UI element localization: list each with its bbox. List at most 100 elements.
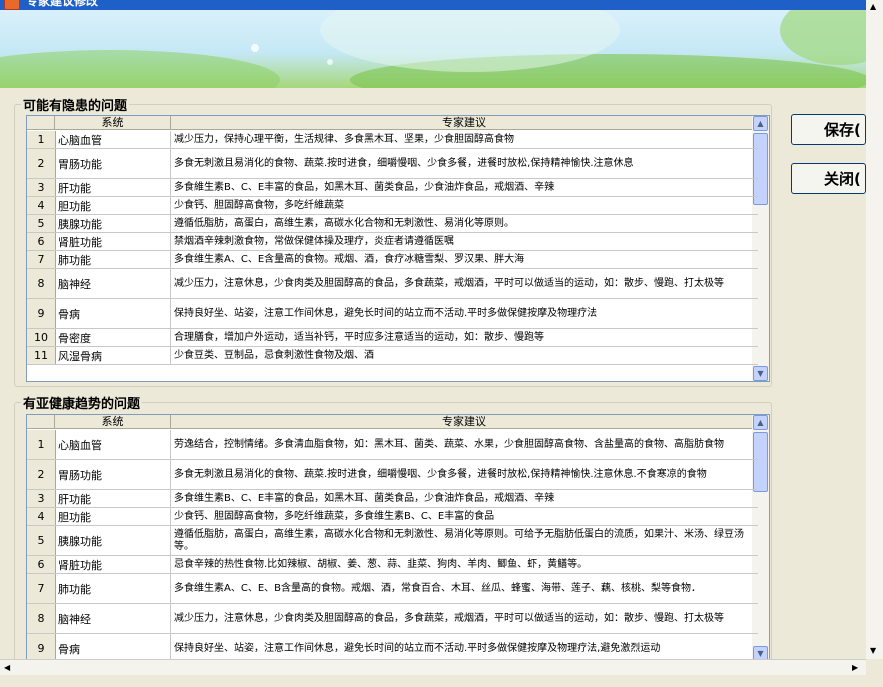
advice-column-header[interactable]: 专家建议 <box>171 116 758 130</box>
row-number: 4 <box>27 508 56 525</box>
table-row[interactable]: 1 心脑血管 劳逸结合，控制情绪。多食清血脂食物，如：黑木耳、菌类、蔬菜、水果，少食… <box>27 430 758 460</box>
row-number: 1 <box>27 131 56 148</box>
window-bottom-edge <box>0 675 883 687</box>
system-cell[interactable]: 肾脏功能 <box>55 233 171 250</box>
advice-cell[interactable]: 保持良好坐、站姿，注意工作间休息，避免长时间的站立而不活动.平时多做保健按摩及物… <box>171 299 758 328</box>
subhealth-issues-table[interactable]: 系统 专家建议 ▲ ▼ 1 心脑血管 劳逸结合，控制情绪。多食清血脂食物，如：黑木耳… <box>26 414 770 662</box>
advice-cell[interactable]: 遵循低脂肪，高蛋白，高维生素，高碳水化合物和无刺激性、易消化等原则。 <box>171 215 758 232</box>
system-cell[interactable]: 骨病 <box>55 634 171 661</box>
row-number: 2 <box>27 149 56 178</box>
table-row[interactable]: 1 心脑血管 减少压力，保持心理平衡，生活规律、多食黑木耳、坚果，少食胆固醇高食物 <box>27 131 758 149</box>
table-row[interactable]: 7 肺功能 多食维生素A、C、E含量高的食物。戒烟、酒，食疗冰糖雪梨、罗汉果、胖大海 <box>27 251 758 269</box>
table-row[interactable]: 8 脑神经 减少压力，注意休息，少食肉类及胆固醇高的食品，多食蔬菜，戒烟酒，平时可以… <box>27 269 758 299</box>
system-column-header[interactable]: 系统 <box>55 415 171 429</box>
table-row[interactable]: 9 骨病 保持良好坐、站姿，注意工作间休息，避免长时间的站立而不活动.平时多做保健按… <box>27 634 758 661</box>
window-title: 专家建议修改 <box>26 0 99 8</box>
row-number: 5 <box>27 215 56 232</box>
scroll-down-arrow-icon[interactable]: ▼ <box>753 366 768 381</box>
table-row[interactable]: 2 胃肠功能 多食无刺激且易消化的食物、蔬菜.按时进食，细嚼慢咽、少食多餐，进餐时放… <box>27 460 758 490</box>
table-row[interactable]: 5 胰腺功能 遵循低脂肪，高蛋白，高维生素，高碳水化合物和无刺激性、易消化等原则。 <box>27 215 758 233</box>
row-number: 10 <box>27 329 56 346</box>
table-row[interactable]: 11 风湿骨病 少食豆类、豆制品，忌食刺激性食物及烟、酒 <box>27 347 758 365</box>
table-row[interactable]: 10 骨密度 合理膳食，增加户外运动，适当补钙，平时应多注意适当的运动，如：散步、慢… <box>27 329 758 347</box>
system-cell[interactable]: 脑神经 <box>55 604 171 633</box>
system-cell[interactable]: 脑神经 <box>55 269 171 298</box>
system-cell[interactable]: 胰腺功能 <box>55 526 171 555</box>
advice-cell[interactable]: 多食无刺激且易消化的食物、蔬菜.按时进食，细嚼慢咽、少食多餐，进餐时放松,保持精… <box>171 149 758 178</box>
advice-cell[interactable]: 忌食辛辣的热性食物.比如辣椒、胡椒、姜、葱、蒜、韭菜、狗肉、羊肉、鲫鱼、虾，黄鳝… <box>171 556 758 573</box>
row-number-header <box>27 415 55 429</box>
system-cell[interactable]: 肺功能 <box>55 574 171 603</box>
advice-cell[interactable]: 减少压力，保持心理平衡，生活规律、多食黑木耳、坚果，少食胆固醇高食物 <box>171 131 758 148</box>
system-cell[interactable]: 骨病 <box>55 299 171 328</box>
system-cell[interactable]: 胆功能 <box>55 197 171 214</box>
row-number: 8 <box>27 604 56 633</box>
scroll-up-arrow-icon[interactable]: ▲ <box>753 116 768 131</box>
system-cell[interactable]: 心脑血管 <box>55 430 171 459</box>
scroll-left-arrow-icon[interactable]: ◀ <box>4 663 10 673</box>
table-row[interactable]: 4 胆功能 少食钙、胆固醇高食物，多吃纤維蔬菜 <box>27 197 758 215</box>
table-row[interactable]: 4 胆功能 少食钙、胆固醇高食物，多吃纤维蔬菜，多食维生素B、C、E丰富的食品 <box>27 508 758 526</box>
table-row[interactable]: 8 脑神经 减少压力，注意休息，少食肉类及胆固醇高的食品，多食蔬菜，戒烟酒，平时可以… <box>27 604 758 634</box>
row-number-header <box>27 116 55 130</box>
table-row[interactable]: 6 肾脏功能 禁烟酒辛辣刺激食物，常做保健体操及理疗，炎症者请遵循医嘱 <box>27 233 758 251</box>
advice-cell[interactable]: 多食維生素B、C、E丰富的食品，如黑木耳、菌类食品，少食油炸食品，戒烟酒、辛辣 <box>171 179 758 196</box>
title-bar: 专家建议修改 <box>0 0 866 10</box>
advice-cell[interactable]: 合理膳食，增加户外运动，适当补钙，平时应多注意适当的运动，如：散步、慢跑等 <box>171 329 758 346</box>
system-cell[interactable]: 胃肠功能 <box>55 149 171 178</box>
table-row[interactable]: 3 肝功能 多食维生素B、C、E丰富的食品，如黑木耳、菌类食品，少食油炸食品，戒烟酒… <box>27 490 758 508</box>
risk-issues-legend: 可能有隐患的问题 <box>23 99 128 114</box>
system-cell[interactable]: 胃肠功能 <box>55 460 171 489</box>
row-number: 3 <box>27 179 56 196</box>
table-row[interactable]: 2 胃肠功能 多食无刺激且易消化的食物、蔬菜.按时进食，细嚼慢咽、少食多餐，进餐时放… <box>27 149 758 179</box>
advice-cell[interactable]: 多食维生素A、C、E含量高的食物。戒烟、酒，食疗冰糖雪梨、罗汉果、胖大海 <box>171 251 758 268</box>
advice-cell[interactable]: 减少压力，注意休息，少食肉类及胆固醇高的食品，多食蔬菜，戒烟酒，平时可以做适当的… <box>171 604 758 633</box>
system-cell[interactable]: 心脑血管 <box>55 131 171 148</box>
system-cell[interactable]: 肺功能 <box>55 251 171 268</box>
table-row[interactable]: 5 胰腺功能 遵循低脂肪，高蛋白，高维生素，高碳水化合物和无刺激性、易消化等原则。可… <box>27 526 758 556</box>
advice-cell[interactable]: 少食钙、胆固醇高食物，多吃纤维蔬菜，多食维生素B、C、E丰富的食品 <box>171 508 758 525</box>
advice-column-header[interactable]: 专家建议 <box>171 415 758 429</box>
scroll-down-arrow-icon[interactable]: ▼ <box>870 646 876 656</box>
scroll-up-arrow-icon[interactable]: ▲ <box>753 415 768 430</box>
advice-cell[interactable]: 减少压力，注意休息，少食肉类及胆固醇高的食品，多食蔬菜，戒烟酒，平时可以做适当的… <box>171 269 758 298</box>
advice-cell[interactable]: 多食维生素B、C、E丰富的食品，如黑木耳、菌类食品，少食油炸食品，戒烟酒、辛辣 <box>171 490 758 507</box>
risk-issues-table[interactable]: 系统 专家建议 ▲ ▼ 1 心脑血管 减少压力，保持心理平衡，生活规律、多食黑木耳、… <box>26 115 770 382</box>
advice-cell[interactable]: 多食无刺激且易消化的食物、蔬菜.按时进食，细嚼慢咽、少食多餐，进餐时放松,保持精… <box>171 460 758 489</box>
system-cell[interactable]: 胰腺功能 <box>55 215 171 232</box>
app-icon <box>4 0 20 10</box>
system-cell[interactable]: 骨密度 <box>55 329 171 346</box>
advice-cell[interactable]: 少食豆类、豆制品，忌食刺激性食物及烟、酒 <box>171 347 758 364</box>
system-cell[interactable]: 肝功能 <box>55 179 171 196</box>
save-button[interactable]: 保存( <box>791 114 866 145</box>
window-horizontal-scrollbar[interactable]: ◀ ▶ <box>0 659 866 676</box>
row-number: 4 <box>27 197 56 214</box>
close-button[interactable]: 关闭( <box>791 163 866 194</box>
table-row[interactable]: 9 骨病 保持良好坐、站姿，注意工作间休息，避免长时间的站立而不活动.平时多做保健按… <box>27 299 758 329</box>
row-number: 7 <box>27 251 56 268</box>
table-row[interactable]: 3 肝功能 多食維生素B、C、E丰富的食品，如黑木耳、菌类食品，少食油炸食品，戒烟酒… <box>27 179 758 197</box>
advice-cell[interactable]: 禁烟酒辛辣刺激食物，常做保健体操及理疗，炎症者请遵循医嘱 <box>171 233 758 250</box>
row-number: 7 <box>27 574 56 603</box>
row-number: 6 <box>27 556 56 573</box>
row-number: 11 <box>27 347 56 364</box>
advice-cell[interactable]: 劳逸结合，控制情绪。多食清血脂食物，如：黑木耳、菌类、蔬菜、水果，少食胆固醇高食… <box>171 430 758 459</box>
advice-cell[interactable]: 多食维生素A、C、E、B含量高的食物。戒烟、酒，常食百合、木耳、丝瓜、蜂蜜、海带… <box>171 574 758 603</box>
advice-cell[interactable]: 保持良好坐、站姿，注意工作间休息，避免长时间的站立而不活动.平时多做保健按摩及物… <box>171 634 758 661</box>
system-cell[interactable]: 肝功能 <box>55 490 171 507</box>
system-column-header[interactable]: 系统 <box>55 116 171 130</box>
advice-cell[interactable]: 少食钙、胆固醇高食物，多吃纤維蔬菜 <box>171 197 758 214</box>
row-number: 5 <box>27 526 56 555</box>
row-number: 1 <box>27 430 56 459</box>
table-row[interactable]: 6 肾脏功能 忌食辛辣的热性食物.比如辣椒、胡椒、姜、葱、蒜、韭菜、狗肉、羊肉、鲫鱼… <box>27 556 758 574</box>
scrollbar-corner <box>866 659 883 675</box>
system-cell[interactable]: 肾脏功能 <box>55 556 171 573</box>
system-cell[interactable]: 胆功能 <box>55 508 171 525</box>
row-number: 9 <box>27 299 56 328</box>
window-vertical-scrollbar[interactable]: ▲ ▼ <box>866 0 883 670</box>
scroll-right-arrow-icon[interactable]: ▶ <box>852 663 858 673</box>
scroll-up-arrow-icon[interactable]: ▲ <box>870 2 876 12</box>
system-cell[interactable]: 风湿骨病 <box>55 347 171 364</box>
advice-cell[interactable]: 遵循低脂肪，高蛋白，高维生素，高碳水化合物和无刺激性、易消化等原则。可给予无脂肪… <box>171 526 758 555</box>
table-row[interactable]: 7 肺功能 多食维生素A、C、E、B含量高的食物。戒烟、酒，常食百合、木耳、丝瓜、蜂… <box>27 574 758 604</box>
